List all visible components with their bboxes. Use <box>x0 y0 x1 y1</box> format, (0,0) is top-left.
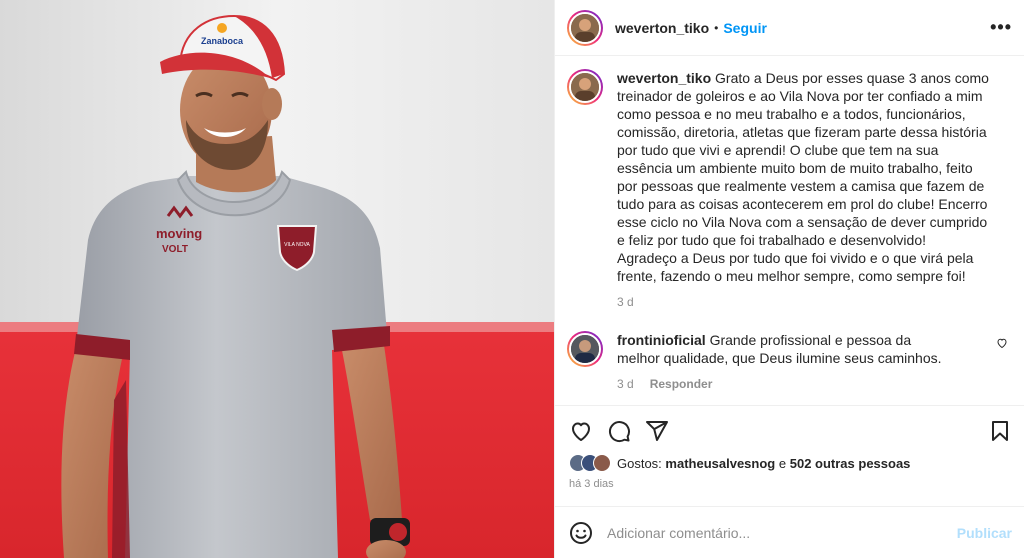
commenter-avatar[interactable] <box>567 331 603 367</box>
author-username[interactable]: weverton_tiko <box>615 20 709 36</box>
comment-body: frontinioficial Grande profissional e pe… <box>617 331 947 393</box>
caption-body: weverton_tiko Grato a Deus por esses qua… <box>617 69 989 311</box>
post-actions: Gostos: matheusalvesnog e 502 outras pes… <box>555 405 1024 490</box>
other-likers-link[interactable]: 502 outras pessoas <box>790 456 911 471</box>
share-icon[interactable] <box>645 419 669 443</box>
comment-input[interactable] <box>607 524 957 541</box>
avatar-photo <box>569 11 601 44</box>
caption-username[interactable]: weverton_tiko <box>617 70 711 86</box>
separator-dot: • <box>714 20 719 35</box>
like-comment-heart-icon[interactable] <box>996 337 1008 349</box>
liker-avatar <box>593 454 611 472</box>
reply-button[interactable]: Responder <box>650 375 713 393</box>
caption-time[interactable]: 3 d <box>617 293 634 311</box>
post-caption: weverton_tiko Grato a Deus por esses qua… <box>567 69 1008 311</box>
likes-connector: e <box>778 455 787 471</box>
photo-illustration: VILA NOVA moving VOLT Zanaboca <box>0 0 554 558</box>
post-photo[interactable]: VILA NOVA moving VOLT Zanaboca <box>0 0 554 558</box>
avatar-photo <box>569 71 601 103</box>
caption-author-avatar[interactable] <box>567 69 603 105</box>
author-avatar[interactable] <box>567 9 603 46</box>
likes-prefix: Gostos: <box>617 455 662 471</box>
emoji-icon[interactable] <box>569 521 593 545</box>
svg-text:VILA NOVA: VILA NOVA <box>284 242 310 248</box>
caption-text: Grato a Deus por esses quase 3 anos como… <box>617 70 989 284</box>
post-date[interactable]: há 3 dias <box>569 478 1012 490</box>
post-header: weverton_tiko • Seguir ••• <box>555 0 1024 56</box>
comments-list[interactable]: weverton_tiko Grato a Deus por esses qua… <box>555 57 1024 405</box>
first-liker-username[interactable]: matheusalvesnog <box>665 456 775 471</box>
likers-avatars[interactable] <box>569 454 611 472</box>
add-comment-bar: Publicar <box>555 506 1024 558</box>
shirt-sponsor-moving: moving <box>156 226 202 241</box>
commenter-username[interactable]: frontinioficial <box>617 332 706 348</box>
likes-summary: Gostos: matheusalvesnog e 502 outras pes… <box>569 454 1012 472</box>
cap-logo-text: Zanaboca <box>201 36 244 46</box>
avatar-photo <box>569 333 601 365</box>
comment-item: frontinioficial Grande profissional e pe… <box>567 331 1008 393</box>
comment-time[interactable]: 3 d <box>617 375 634 393</box>
comment-icon[interactable] <box>607 419 631 443</box>
follow-button[interactable]: Seguir <box>723 20 767 36</box>
heart-icon[interactable] <box>569 419 593 443</box>
publish-button[interactable]: Publicar <box>957 525 1012 541</box>
shirt-sponsor-volt: VOLT <box>162 244 188 255</box>
bookmark-icon[interactable] <box>988 419 1012 443</box>
post-details-panel: weverton_tiko • Seguir ••• weverton_tiko… <box>554 0 1024 558</box>
more-options-icon[interactable]: ••• <box>990 17 1012 38</box>
